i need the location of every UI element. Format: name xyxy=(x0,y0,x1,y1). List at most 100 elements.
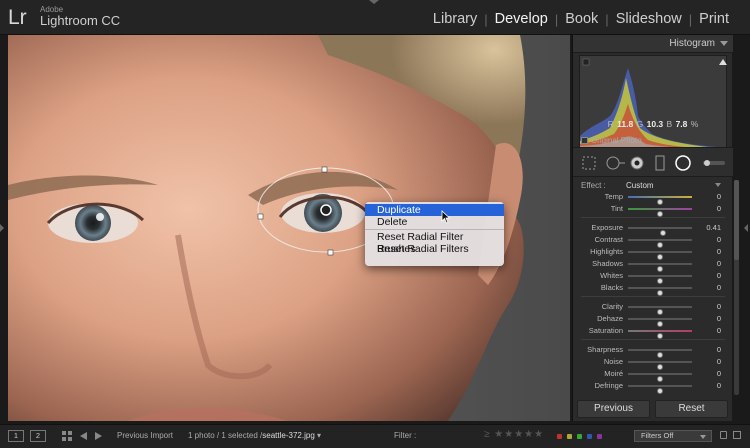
slider-track[interactable] xyxy=(628,318,692,327)
slider-label: Highlights xyxy=(590,247,623,256)
b-value: 7.8 xyxy=(675,119,688,129)
slider-group-divider xyxy=(581,296,725,297)
effect-arrow-icon[interactable] xyxy=(715,183,721,187)
slider-track[interactable] xyxy=(628,349,692,358)
slider-track[interactable] xyxy=(628,251,692,260)
module-print[interactable]: Print xyxy=(692,11,736,27)
purple-label-filter[interactable] xyxy=(597,434,602,439)
menu-item-reset-radial-filters[interactable]: Reset Radial Filters xyxy=(365,243,504,255)
rgb-readout: R 11.8 G 10.3 B 7.8 % xyxy=(573,119,733,129)
module-book[interactable]: Book xyxy=(558,11,605,27)
menu-item-reset-radial-filter-brushes[interactable]: Reset Radial Filter Brushes xyxy=(365,231,504,255)
slider-value[interactable]: 0 xyxy=(717,345,721,354)
slider-value[interactable]: 0 xyxy=(717,326,721,335)
slider-value[interactable]: 0 xyxy=(717,283,721,292)
slider-label: Whites xyxy=(600,271,623,280)
back-arrow-icon[interactable] xyxy=(80,432,87,440)
forward-arrow-icon[interactable] xyxy=(95,432,102,440)
slider-track[interactable] xyxy=(628,361,692,370)
slider-value[interactable]: 0 xyxy=(717,314,721,323)
slider-value[interactable]: 0 xyxy=(717,381,721,390)
crop-tool-icon xyxy=(582,156,596,170)
effect-label: Effect : xyxy=(581,181,606,190)
slider-value[interactable]: 0 xyxy=(717,259,721,268)
graduated-filter-icon xyxy=(655,155,665,171)
slider-track[interactable] xyxy=(628,330,692,339)
slider-track[interactable] xyxy=(628,263,692,272)
slider-track[interactable] xyxy=(628,227,692,236)
b-label: B xyxy=(666,119,673,129)
r-label: R xyxy=(607,119,614,129)
reset-button[interactable]: Reset xyxy=(655,400,728,418)
tool-icons xyxy=(582,155,725,171)
slider-value[interactable]: 0 xyxy=(717,192,721,201)
g-label: G xyxy=(636,119,644,129)
slider-track[interactable] xyxy=(628,385,692,394)
grid-view-icon[interactable] xyxy=(62,431,72,441)
secondary-display-2[interactable]: 2 xyxy=(30,430,46,442)
slider-row-defringe: Defringe 0 xyxy=(573,380,733,394)
filename[interactable]: seattle-372.jpg xyxy=(262,431,314,440)
slider-track[interactable] xyxy=(628,196,692,205)
module-develop[interactable]: Develop xyxy=(488,11,555,27)
filters-dropdown[interactable]: Filters Off xyxy=(634,430,712,442)
filmstrip-toggle-icon[interactable] xyxy=(733,431,741,439)
adjustment-brush-icon xyxy=(703,160,725,166)
menu-item-delete[interactable]: Delete xyxy=(365,216,504,228)
slider-row-contrast: Contrast 0 xyxy=(573,234,733,248)
lock-icon[interactable] xyxy=(720,431,727,439)
brand-name: Lightroom CC xyxy=(40,13,121,28)
slider-value[interactable]: 0 xyxy=(717,204,721,213)
rating-stars[interactable]: ≥ ★★★★★ xyxy=(484,429,544,440)
slider-label: Tint xyxy=(610,204,623,213)
menu-item-duplicate[interactable]: Duplicate xyxy=(365,204,504,216)
checkbox[interactable] xyxy=(581,137,588,144)
panel-scrollbar-thumb[interactable] xyxy=(734,180,739,260)
secondary-display-1[interactable]: 1 xyxy=(8,430,24,442)
module-library[interactable]: Library xyxy=(426,11,484,27)
slider-label: Moiré xyxy=(604,369,623,378)
slider-group-divider xyxy=(581,217,725,218)
slider-value[interactable]: 0 xyxy=(717,235,721,244)
slider-value[interactable]: 0 xyxy=(717,302,721,311)
slider-track[interactable] xyxy=(628,239,692,248)
previous-button[interactable]: Previous xyxy=(577,400,650,418)
slider-label: Exposure xyxy=(591,223,623,232)
slider-knob[interactable] xyxy=(657,388,663,394)
blue-label-filter[interactable] xyxy=(587,434,592,439)
slider-group-divider xyxy=(581,339,725,340)
module-slideshow[interactable]: Slideshow xyxy=(609,11,689,27)
slider-value[interactable]: 0 xyxy=(717,369,721,378)
slider-track[interactable] xyxy=(628,208,692,217)
slider-label: Contrast xyxy=(594,235,623,244)
slider-track[interactable] xyxy=(628,287,692,296)
green-label-filter[interactable] xyxy=(577,434,582,439)
original-photo-toggle[interactable]: Original Photo xyxy=(581,136,642,145)
radial-filter-sliders: Effect : Custom Temp 0 Tint 0 Exposure 0.41 Co… xyxy=(573,181,733,394)
slider-label: Saturation xyxy=(588,326,623,335)
red-label-filter[interactable] xyxy=(557,434,562,439)
histogram-header[interactable]: Histogram xyxy=(573,35,733,53)
slider-value[interactable]: 0.41 xyxy=(706,223,721,232)
collapse-panel-icon[interactable] xyxy=(720,41,728,46)
spot-removal-icon xyxy=(606,156,625,170)
slider-track[interactable] xyxy=(628,275,692,284)
original-photo-label: Original Photo xyxy=(591,136,642,145)
yellow-label-filter[interactable] xyxy=(567,434,572,439)
slider-value[interactable]: 0 xyxy=(717,247,721,256)
slider-value[interactable]: 0 xyxy=(717,357,721,366)
slider-row-sharpness: Sharpness 0 xyxy=(573,344,733,358)
collapse-left-panel-icon[interactable] xyxy=(0,224,4,232)
effect-dropdown[interactable]: Custom xyxy=(626,181,654,190)
slider-value[interactable]: 0 xyxy=(717,271,721,280)
slider-row-temp: Temp 0 xyxy=(573,191,733,205)
source-label[interactable]: Previous Import xyxy=(117,431,173,440)
red-eye-icon xyxy=(630,156,644,170)
slider-track[interactable] xyxy=(628,306,692,315)
lightroom-logo: Lr xyxy=(8,6,27,29)
slider-track[interactable] xyxy=(628,373,692,382)
context-menu: Duplicate Delete Reset Radial Filter Bru… xyxy=(365,202,504,266)
collapse-right-panel-icon[interactable] xyxy=(744,224,748,232)
collapse-top-panel-icon[interactable] xyxy=(369,0,379,4)
slider-label: Defringe xyxy=(594,381,623,390)
